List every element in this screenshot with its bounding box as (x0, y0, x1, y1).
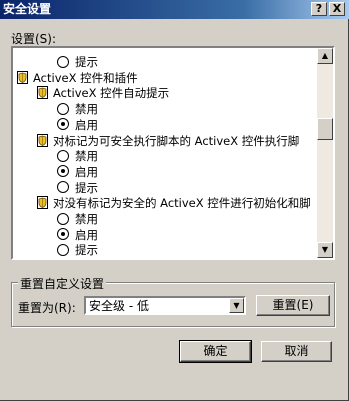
cancel-button[interactable]: 取消 (261, 341, 332, 362)
setting-option[interactable]: 启用 (57, 227, 98, 243)
scroll-thumb[interactable] (317, 118, 333, 140)
reset-to-label: 重置为(R): (18, 301, 76, 315)
window-title: 安全设置 (3, 2, 52, 16)
scroll-down-arrow-icon[interactable]: ▼ (317, 242, 333, 258)
radio-icon[interactable] (57, 102, 69, 115)
setting-option[interactable]: 启用 (57, 164, 98, 180)
setting-item[interactable]: 对没有标记为安全的 ActiveX 控件进行初始化和脚 (37, 195, 311, 211)
setting-text: ActiveX 控件和插件 (33, 70, 138, 85)
setting-option[interactable]: 禁用 (57, 211, 98, 227)
help-button[interactable]: ? (311, 2, 327, 16)
title-bar[interactable]: 安全设置 ? X (0, 0, 349, 19)
setting-text: 禁用 (75, 102, 98, 117)
setting-text: 禁用 (75, 149, 98, 164)
reset-group-title: 重置自定义设置 (18, 275, 107, 292)
setting-option[interactable]: 禁用 (57, 148, 98, 164)
setting-text: 对没有标记为安全的 ActiveX 控件进行初始化和脚 (53, 196, 311, 211)
setting-item[interactable]: 对标记为可安全执行脚本的 ActiveX 控件执行脚 (37, 133, 299, 149)
close-button[interactable]: X (329, 2, 345, 16)
reset-level-combobox[interactable]: 安全级 - 低 ▼ (84, 296, 246, 315)
setting-text: 提示 (75, 180, 98, 195)
settings-label: 设置(S): (11, 32, 57, 46)
setting-item[interactable]: ActiveX 控件自动提示 (37, 85, 169, 101)
setting-option[interactable]: 提示 (57, 242, 98, 258)
setting-text: 提示 (75, 55, 98, 69)
ok-button[interactable]: 确定 (179, 340, 252, 363)
radio-selected-icon[interactable] (57, 228, 69, 241)
radio-selected-icon[interactable] (57, 118, 69, 131)
chevron-down-icon[interactable]: ▼ (229, 298, 244, 313)
settings-listbox[interactable]: 提示 ActiveX 控件和插件 ActiveX 控件自动提示 禁用 启用 对标记为可安全… (11, 46, 335, 260)
setting-option[interactable]: 启用 (57, 117, 98, 133)
settings-tree: 提示 ActiveX 控件和插件 ActiveX 控件自动提示 禁用 启用 对标记为可安全… (13, 48, 318, 258)
setting-option[interactable]: 提示 (57, 180, 98, 196)
vertical-scrollbar[interactable]: ▲ ▼ (317, 48, 333, 258)
setting-text: 启用 (75, 227, 98, 242)
reset-level-value: 安全级 - 低 (89, 299, 149, 313)
settings-shield-icon (37, 133, 48, 147)
setting-category[interactable]: ActiveX 控件和插件 (17, 70, 138, 86)
radio-icon[interactable] (57, 55, 69, 68)
setting-option[interactable]: 禁用 (57, 101, 98, 117)
reset-button[interactable]: 重置(E) (256, 295, 330, 316)
setting-text: 提示 (75, 243, 98, 258)
setting-text: 启用 (75, 117, 98, 132)
setting-text: 禁用 (75, 212, 98, 226)
setting-text: 对标记为可安全执行脚本的 ActiveX 控件执行脚 (53, 133, 300, 148)
radio-icon[interactable] (57, 243, 69, 256)
setting-option[interactable]: 提示 (57, 54, 98, 70)
scroll-up-arrow-icon[interactable]: ▲ (317, 48, 333, 64)
setting-text: ActiveX 控件自动提示 (53, 86, 170, 101)
setting-text: 启用 (75, 164, 98, 179)
radio-selected-icon[interactable] (57, 165, 69, 178)
radio-icon[interactable] (57, 212, 69, 225)
security-settings-dialog: 安全设置 ? X 设置(S): 提示 ActiveX 控件和插件 ActiveX 控… (0, 0, 349, 401)
settings-shield-icon (37, 86, 48, 100)
radio-icon[interactable] (57, 149, 69, 162)
settings-shield-icon (37, 196, 48, 210)
radio-icon[interactable] (57, 181, 69, 194)
settings-shield-icon (17, 70, 28, 84)
